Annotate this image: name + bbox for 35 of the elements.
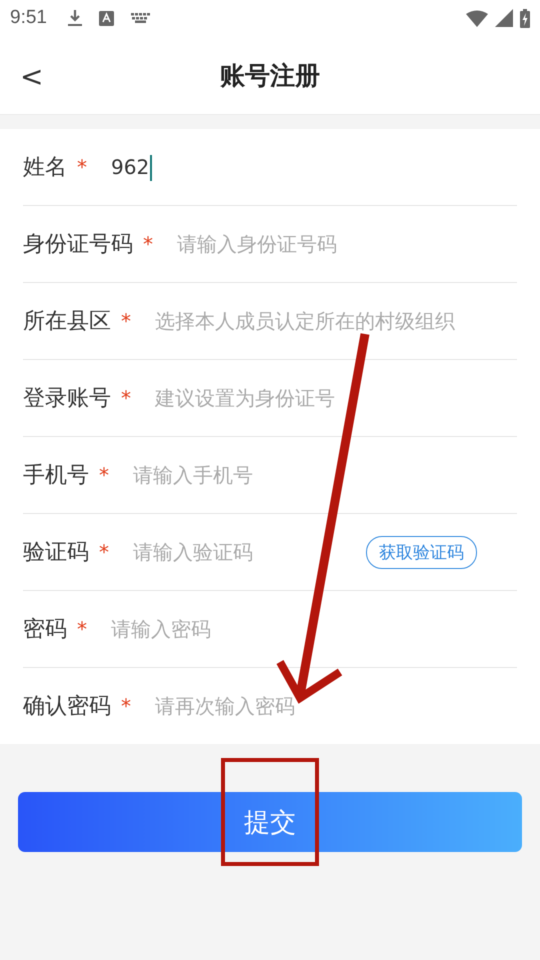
required-mark: * [77, 155, 87, 179]
submit-button[interactable]: 提交 [18, 792, 522, 852]
input-field[interactable]: 请输入身份证号码 [177, 232, 517, 256]
field-label: 所在县区 [23, 308, 111, 336]
field-label: 手机号 [23, 462, 89, 490]
field-label: 姓名 [23, 154, 67, 182]
required-mark: * [121, 309, 131, 333]
field-label: 登录账号 [23, 385, 111, 413]
battery-charging-icon [520, 8, 530, 28]
input-field[interactable]: 请输入手机号 [133, 463, 517, 487]
signal-icon [495, 9, 513, 27]
input-field[interactable]: 建议设置为身份证号 [155, 386, 517, 410]
required-mark: * [143, 232, 153, 256]
input-field[interactable]: 请输入验证码 [133, 540, 366, 564]
get-code-button[interactable]: 获取验证码 [366, 536, 477, 568]
required-mark: * [99, 463, 109, 487]
input-field[interactable]: 请输入密码 [111, 617, 517, 641]
status-time: 9:51 [10, 7, 47, 29]
field-label: 身份证号码 [23, 231, 133, 259]
page-title: 账号注册 [220, 60, 320, 92]
field-label: 确认密码 [23, 693, 111, 721]
required-mark: * [99, 540, 109, 564]
field-label: 验证码 [23, 539, 89, 567]
back-button[interactable]: < [12, 56, 52, 97]
keyboard-app-icon [98, 10, 114, 26]
wifi-icon [466, 10, 488, 26]
field-label: 密码 [23, 616, 67, 644]
download-icon [68, 9, 82, 27]
keyboard-icon [130, 13, 150, 23]
required-mark: * [77, 617, 87, 641]
required-mark: * [121, 694, 131, 718]
input-field[interactable]: 962 [111, 155, 517, 179]
input-field[interactable]: 选择本人成员认定所在的村级组织 [155, 309, 517, 333]
required-mark: * [121, 386, 131, 410]
input-field[interactable]: 请再次输入密码 [155, 694, 517, 718]
